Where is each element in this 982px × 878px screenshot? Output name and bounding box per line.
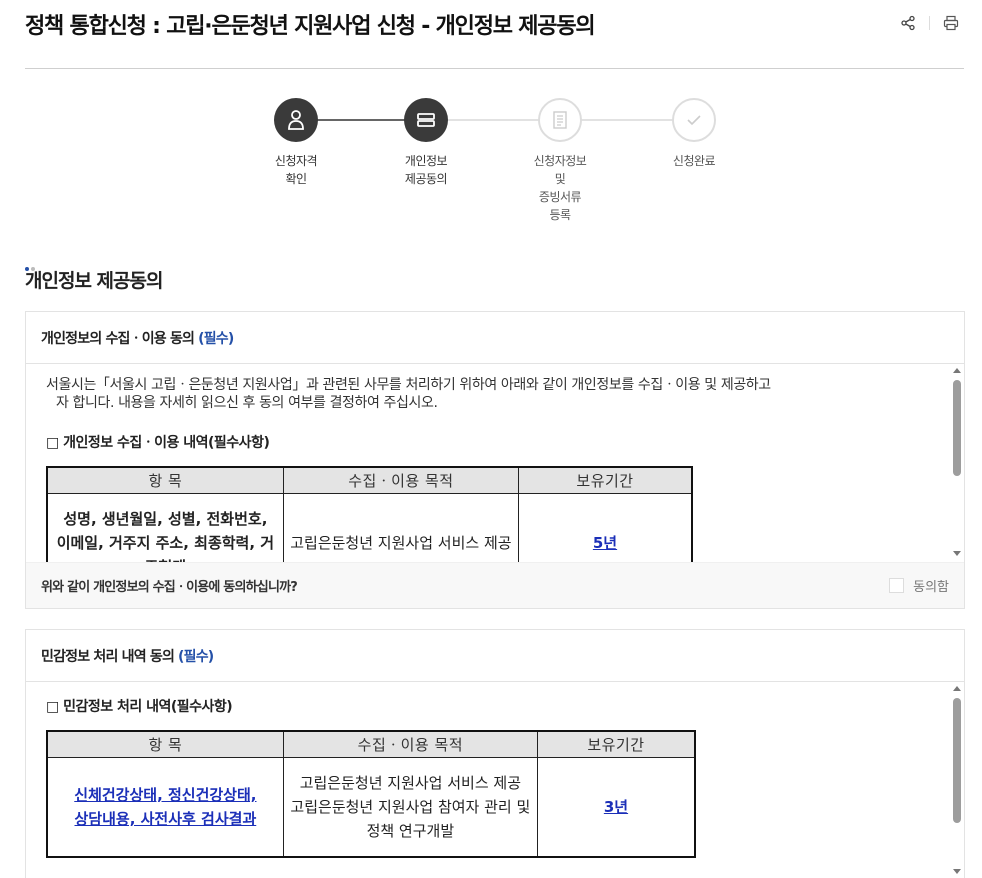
icon-divider [929, 16, 930, 30]
retention-period-link[interactable]: 5년 [593, 534, 617, 552]
agree-row: 위와 같이 개인정보의 수집ㆍ이용에 동의하십니까? 동의함 [26, 562, 964, 608]
consent-title-text: 민감정보 처리 내역 동의 [41, 648, 175, 665]
purpose-line: 고립은둔청년 지원사업 참여자 관리 및 정책 연구개발 [290, 797, 531, 840]
required-badge: (필수) [178, 648, 214, 665]
progress-stepper: 신청자격 확인 개인정보 제공동의 신청자정보 및 증빙서류 등록 신청완료 [230, 98, 760, 238]
step-circle [538, 98, 582, 142]
table-cell-items: 성명, 생년월일, 성별, 전화번호, 이메일, 거주지 주소, 최종학력, 거… [46, 492, 284, 562]
scroll-down-arrow[interactable] [953, 869, 961, 874]
print-icon[interactable] [942, 14, 960, 32]
step-circle [274, 98, 318, 142]
table-header: 수집ㆍ이용 목적 [282, 466, 520, 494]
agree-question: 위와 같이 개인정보의 수집ㆍ이용에 동의하십니까? [41, 580, 298, 595]
consent-table: 항 목 수집ㆍ이용 목적 보유기간 신체건강상태, 정신건강상태, 상담내용, … [46, 730, 696, 858]
step-complete: 신청완료 [634, 98, 754, 170]
step-label: 신청완료 [672, 154, 716, 168]
consent-intro: 서울시는「서울시 고립ㆍ은둔청년 지원사업」과 관련된 사무를 처리하기 위하여… [46, 376, 924, 412]
step-label: 신청자정보 및 증빙서류 등록 [533, 154, 587, 222]
consent-scroll-area[interactable]: □ 민감정보 처리 내역(필수사항) 항 목 수집ㆍ이용 목적 보유기간 신체건… [26, 682, 964, 878]
purpose-line: 고립은둔청년 지원사업 서비스 제공 [299, 773, 522, 792]
step-consent: 개인정보 제공동의 [366, 98, 486, 188]
consent-table: 항 목 수집ㆍ이용 목적 보유기간 성명, 생년월일, 성별, 전화번호, 이메… [46, 466, 693, 562]
scrollbar-thumb[interactable] [953, 698, 961, 823]
table-header: 보유기간 [518, 466, 693, 494]
table-cell-items: 신체건강상태, 정신건강상태, 상담내용, 사전사후 검사결과 [46, 756, 284, 858]
sensitive-items-link[interactable]: 신체건강상태, 정신건강상태, [74, 786, 256, 804]
header-actions [899, 14, 960, 32]
scroll-down-arrow[interactable] [953, 551, 961, 556]
table-header: 항 목 [46, 466, 284, 494]
step-label: 신청자격 확인 [274, 154, 318, 186]
title-divider [25, 68, 964, 69]
check-icon [687, 115, 701, 126]
scrollbar[interactable] [950, 682, 964, 878]
step-circle [404, 98, 448, 142]
intro-line: 자 합니다. 내용을 자세히 읽으신 후 동의 여부를 결정하여 주십시오. [56, 395, 438, 411]
retention-period-link[interactable]: 3년 [604, 798, 628, 816]
step-label: 개인정보 제공동의 [404, 154, 448, 186]
table-cell-purpose: 고립은둔청년 지원사업 서비스 제공 [282, 492, 520, 562]
required-badge: (필수) [198, 330, 234, 347]
consent-personal-info: 개인정보의 수집ㆍ이용 동의 (필수) 서울시는「서울시 고립ㆍ은둔청년 지원사… [25, 311, 965, 609]
scroll-up-arrow[interactable] [953, 686, 961, 691]
section-title: 개인정보 제공동의 [25, 270, 163, 292]
consent-subheading: □ 개인정보 수집ㆍ이용 내역(필수사항) [46, 435, 270, 451]
share-icon[interactable] [899, 14, 917, 32]
consent-scroll-area[interactable]: 서울시는「서울시 고립ㆍ은둔청년 지원사업」과 관련된 사무를 처리하기 위하여… [26, 364, 964, 562]
agree-label: 동의함 [913, 580, 949, 595]
table-cell-purpose: 고립은둔청년 지원사업 서비스 제공 고립은둔청년 지원사업 참여자 관리 및 … [282, 756, 538, 858]
table-header: 수집ㆍ이용 목적 [282, 730, 538, 758]
consent-sensitive-info: 민감정보 처리 내역 동의 (필수) □ 민감정보 처리 내역(필수사항) 항 … [25, 629, 965, 878]
list-icon [417, 113, 435, 127]
scrollbar[interactable] [950, 364, 964, 562]
page-title: 정책 통합신청 : 고립·은둔청년 지원사업 신청 - 개인정보 제공동의 [25, 14, 596, 39]
sensitive-items-link[interactable]: 상담내용, 사전사후 검사결과 [75, 810, 257, 828]
table-header: 보유기간 [536, 730, 696, 758]
consent-title: 민감정보 처리 내역 동의 (필수) [26, 630, 964, 682]
agree-checkbox[interactable]: 동의함 [889, 576, 949, 595]
step-documents: 신청자정보 및 증빙서류 등록 [500, 98, 620, 224]
consent-title-text: 개인정보의 수집ㆍ이용 동의 [41, 330, 195, 347]
scrollbar-thumb[interactable] [953, 380, 961, 476]
consent-title: 개인정보의 수집ㆍ이용 동의 (필수) [26, 312, 964, 364]
step-eligibility: 신청자격 확인 [236, 98, 356, 188]
step-circle [672, 98, 716, 142]
scroll-up-arrow[interactable] [953, 368, 961, 373]
document-icon [553, 111, 567, 129]
checkbox-box[interactable] [889, 578, 905, 593]
table-header: 항 목 [46, 730, 284, 758]
consent-subheading: □ 민감정보 처리 내역(필수사항) [46, 699, 233, 715]
intro-line: 서울시는「서울시 고립ㆍ은둔청년 지원사업」과 관련된 사무를 처리하기 위하여… [46, 377, 771, 393]
person-icon [288, 110, 304, 130]
